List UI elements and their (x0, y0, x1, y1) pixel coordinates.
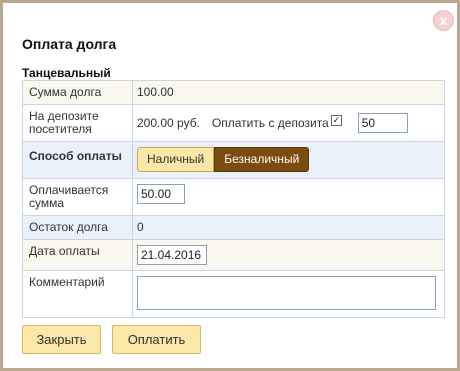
payment-option-cashless[interactable]: Безналичный (214, 147, 310, 172)
payment-form: Сумма долга 100.00 На депозите посетител… (22, 80, 445, 318)
payment-date-input[interactable] (137, 245, 207, 265)
row-deposit: На депозите посетителя 200.00 руб. Оплат… (23, 104, 444, 141)
pay-from-deposit-label: Оплатить с депозита (211, 115, 329, 130)
payment-method-cell: Наличный Безналичный (133, 142, 444, 178)
payment-option-cash[interactable]: Наличный (137, 147, 215, 172)
payment-method-label: Способ оплаты (23, 142, 133, 178)
payment-dialog: x Оплата долга Танцевальный Сумма долга … (0, 0, 460, 371)
deposit-label: На депозите посетителя (23, 105, 133, 141)
close-icon[interactable]: x (433, 10, 454, 31)
row-comment: Комментарий (23, 270, 444, 317)
row-payment-method: Способ оплаты Наличный Безналичный (23, 141, 444, 178)
row-remaining-debt: Остаток долга 0 (23, 215, 444, 239)
comment-textarea[interactable] (137, 276, 436, 310)
payment-method-toggle: Наличный Безналичный (137, 147, 310, 172)
row-paid-amount: Оплачивается сумма (23, 178, 444, 215)
paid-amount-input[interactable] (137, 184, 185, 204)
deposit-amount-input[interactable] (357, 113, 408, 133)
paid-amount-label: Оплачивается сумма (23, 179, 133, 215)
payment-date-cell (133, 240, 444, 270)
dialog-title: Оплата долга (22, 36, 117, 52)
row-debt-amount: Сумма долга 100.00 (23, 81, 444, 104)
dialog-subtitle: Танцевальный (22, 66, 111, 80)
row-payment-date: Дата оплаты (23, 239, 444, 270)
close-button[interactable]: Закрыть (22, 325, 101, 354)
remaining-debt-value: 0 (137, 220, 144, 234)
remaining-debt-label: Остаток долга (23, 216, 133, 239)
debt-amount-label: Сумма долга (23, 81, 133, 104)
paid-amount-cell (133, 179, 444, 215)
deposit-balance: 200.00 руб. (137, 115, 200, 130)
payment-date-label: Дата оплаты (23, 240, 133, 270)
comment-cell (133, 271, 444, 317)
pay-button[interactable]: Оплатить (112, 325, 201, 354)
pay-from-deposit-checkbox[interactable]: ✓ (330, 114, 342, 126)
comment-label: Комментарий (23, 271, 133, 317)
debt-amount-value: 100.00 (137, 85, 174, 99)
deposit-value-cell: 200.00 руб. Оплатить с депозита ✓ (133, 105, 444, 141)
